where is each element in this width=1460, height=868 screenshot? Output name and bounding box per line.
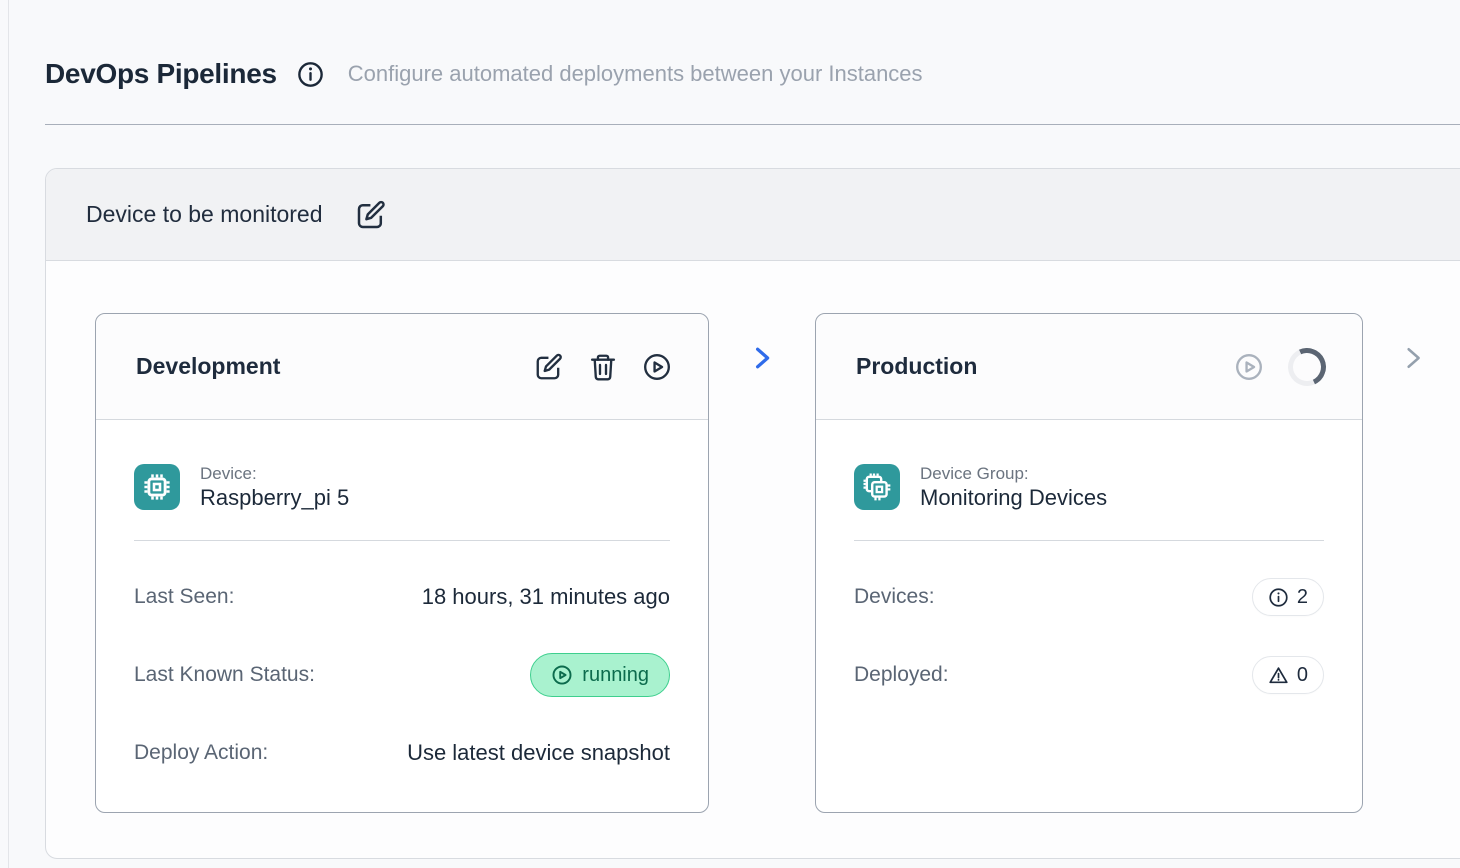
device-group-row[interactable]: Device Group: Monitoring Devices <box>854 464 1324 510</box>
delete-stage-button[interactable] <box>588 352 618 382</box>
page-title: DevOps Pipelines <box>45 58 277 90</box>
status-badge: running <box>530 653 670 697</box>
deployed-label: Deployed: <box>854 663 949 687</box>
last-known-status-row: Last Known Status: running <box>134 653 670 697</box>
stage-title-development: Development <box>136 353 534 380</box>
pipeline-panel: Device to be monitored Development <box>45 168 1460 859</box>
production-actions <box>1234 348 1326 386</box>
last-known-status-label: Last Known Status: <box>134 663 315 687</box>
development-actions <box>534 352 672 382</box>
status-badge-label: running <box>582 664 649 687</box>
pipeline-next-button[interactable] <box>1363 343 1460 373</box>
page-subtitle: Configure automated deployments between … <box>348 61 923 87</box>
production-card-body: Device Group: Monitoring Devices Devices… <box>816 420 1362 812</box>
pipeline-stages: Development <box>46 261 1460 859</box>
deploy-action-row: Deploy Action: Use latest device snapsho… <box>134 731 670 775</box>
run-stage-button-disabled[interactable] <box>1234 352 1264 382</box>
deployed-count: 0 <box>1297 664 1308 687</box>
deploy-action-label: Deploy Action: <box>134 741 268 765</box>
header-divider <box>45 124 1460 125</box>
stage-title-production: Production <box>856 353 1234 380</box>
chevron-right-blue-icon <box>747 343 777 373</box>
edit-pencil-square-icon <box>355 199 387 231</box>
edit-pencil-square-icon <box>534 352 564 382</box>
run-stage-button[interactable] <box>642 352 672 382</box>
play-circle-icon <box>642 352 672 382</box>
card-divider <box>134 540 670 541</box>
chip-icon <box>134 464 180 510</box>
loading-spinner <box>1283 342 1332 391</box>
card-divider <box>854 540 1324 541</box>
production-card-header: Production <box>816 314 1362 420</box>
devices-count-badge[interactable]: 2 <box>1252 578 1324 616</box>
play-circle-icon <box>1234 352 1264 382</box>
stage-card-development: Development <box>95 313 709 813</box>
warning-triangle-icon <box>1268 665 1289 686</box>
device-label: Device: <box>200 463 349 484</box>
pipeline-edit-button[interactable] <box>355 199 387 231</box>
pipeline-name: Device to be monitored <box>86 201 323 228</box>
device-group-name: Monitoring Devices <box>920 484 1107 512</box>
device-row[interactable]: Device: Raspberry_pi 5 <box>134 464 670 510</box>
development-card-body: Device: Raspberry_pi 5 Last Seen: 18 hou… <box>96 420 708 812</box>
edit-stage-button[interactable] <box>534 352 564 382</box>
deployed-count-badge[interactable]: 0 <box>1252 656 1324 694</box>
last-seen-row: Last Seen: 18 hours, 31 minutes ago <box>134 575 670 619</box>
page-header: DevOps Pipelines Configure automated dep… <box>45 58 1460 90</box>
last-seen-value: 18 hours, 31 minutes ago <box>422 584 670 610</box>
device-name: Raspberry_pi 5 <box>200 484 349 512</box>
chip-group-icon <box>854 464 900 510</box>
stage-card-production: Production <box>815 313 1363 813</box>
last-seen-label: Last Seen: <box>134 585 234 609</box>
play-circle-icon <box>551 664 573 686</box>
devices-row: Devices: 2 <box>854 575 1324 619</box>
chevron-right-gray-icon <box>1398 343 1428 373</box>
pipeline-panel-header: Device to be monitored <box>46 169 1460 261</box>
development-card-header: Development <box>96 314 708 420</box>
devices-count: 2 <box>1297 586 1308 609</box>
deployed-row: Deployed: 0 <box>854 653 1324 697</box>
devices-label: Devices: <box>854 585 935 609</box>
info-circle-icon <box>1268 587 1289 608</box>
pipeline-flow-arrow <box>709 343 815 373</box>
deploy-action-value: Use latest device snapshot <box>407 740 670 766</box>
sidebar-edge-divider <box>8 0 9 868</box>
device-group-label: Device Group: <box>920 463 1107 484</box>
info-circle-icon[interactable] <box>297 61 324 88</box>
trash-icon <box>588 352 618 382</box>
